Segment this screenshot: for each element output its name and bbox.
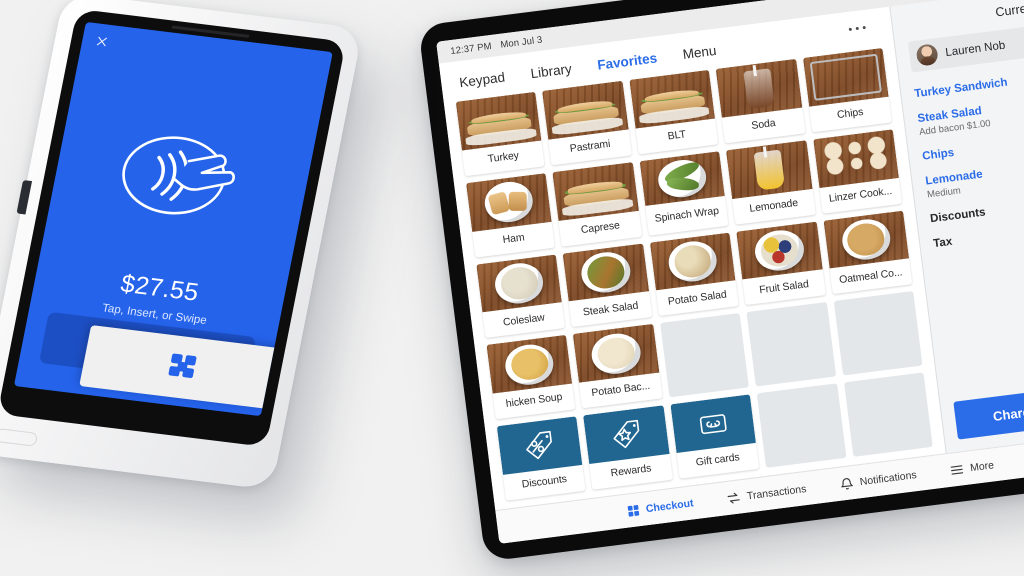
- cart-item-name: Tax: [932, 235, 953, 251]
- item-tile[interactable]: BLT: [629, 69, 719, 155]
- cart-item-name: Discounts: [929, 206, 987, 226]
- hamburger-menu-icon: [949, 462, 965, 478]
- grid-icon: [625, 503, 641, 519]
- bell-icon: [839, 476, 855, 492]
- item-tile[interactable]: Potato Salad: [649, 232, 739, 317]
- empty-tile: [756, 383, 847, 468]
- tablet-device: 12:37 PM Mon Jul 3 Keypad Library Favori…: [418, 0, 1024, 562]
- item-photo: [802, 47, 889, 107]
- percent-tag-icon: [496, 416, 583, 475]
- item-photo: [736, 221, 823, 280]
- nav-item-notifications[interactable]: Notifications: [839, 468, 917, 492]
- item-tile[interactable]: Oatmeal Co...: [823, 210, 913, 295]
- item-tile[interactable]: Spinach Wrap: [639, 151, 729, 236]
- terminal-screen: $27.55 Tap, Insert, or Swipe: [13, 21, 333, 417]
- empty-tile: [833, 291, 923, 376]
- nav-item-transactions[interactable]: Transactions: [726, 482, 807, 506]
- more-horizontal-icon[interactable]: [848, 25, 866, 32]
- item-tile[interactable]: Lemonade: [726, 140, 816, 225]
- cart-line-item[interactable]: Discounts: [929, 195, 1024, 226]
- item-tile[interactable]: Linzer Cook...: [812, 129, 903, 214]
- item-tile[interactable]: Fruit Salad: [736, 221, 826, 306]
- item-photo: [552, 161, 639, 221]
- cart-line-item[interactable]: Chips: [922, 132, 1024, 163]
- cart-line-item[interactable]: Steak Salad Add bacon $1.00: [917, 94, 1024, 138]
- item-photo: [649, 232, 736, 291]
- inserted-payment-card: [79, 325, 287, 410]
- item-tile[interactable]: Coleslaw: [476, 254, 566, 339]
- pos-body: Keypad Library Favorites Menu Turkey Pas…: [438, 0, 1024, 511]
- nav-item-label: More: [969, 458, 995, 474]
- cart-item-name: Turkey Sandwich: [913, 76, 1009, 101]
- transfer-arrows-icon: [726, 490, 742, 506]
- customer-row[interactable]: Lauren Nob: [907, 23, 1024, 73]
- square-logo-icon: [168, 353, 197, 379]
- item-photo: [629, 69, 716, 129]
- cart-line-item[interactable]: Turkey Sandwich: [914, 70, 1024, 101]
- empty-tile: [746, 302, 836, 387]
- terminal-foot: [0, 427, 39, 447]
- cart-item-name: Chips: [921, 146, 955, 163]
- item-tile[interactable]: Potato Bac...: [573, 324, 663, 409]
- close-x-icon[interactable]: [94, 34, 109, 48]
- empty-tile: [659, 313, 750, 398]
- item-tile[interactable]: Chips: [802, 47, 892, 133]
- cart-line-item[interactable]: Tax: [933, 219, 1024, 250]
- status-date: Mon Jul 3: [499, 34, 543, 51]
- item-photo: [542, 80, 629, 140]
- customer-name: Lauren Nob: [944, 39, 1006, 59]
- scene: 12:37 PM Mon Jul 3 Keypad Library Favori…: [0, 0, 1024, 576]
- item-tile[interactable]: Steak Salad: [563, 243, 653, 328]
- item-photo: [715, 58, 802, 118]
- terminal-amount: $27.55: [118, 269, 202, 307]
- empty-tile: [843, 372, 933, 457]
- gift-card-icon: [670, 394, 757, 453]
- nav-item-more[interactable]: More: [949, 458, 995, 478]
- item-photo: [726, 140, 813, 199]
- item-tile[interactable]: Soda: [715, 58, 806, 144]
- item-photo: [466, 172, 552, 232]
- contactless-payment-icon: [122, 136, 235, 215]
- tab-keypad[interactable]: Keypad: [458, 70, 505, 91]
- tab-menu[interactable]: Menu: [682, 43, 717, 62]
- nav-item-label: Checkout: [645, 496, 695, 515]
- star-tag-icon: [583, 405, 670, 464]
- item-tile[interactable]: Gift cards: [670, 394, 760, 479]
- item-photo: [455, 91, 542, 151]
- catalog-pane: Keypad Library Favorites Menu Turkey Pas…: [438, 6, 946, 511]
- customer-avatar: [915, 43, 939, 67]
- tab-library[interactable]: Library: [530, 61, 573, 81]
- cart-title: Current sa: [994, 0, 1024, 20]
- nav-item-label: Transactions: [746, 482, 807, 502]
- terminal-bezel: $27.55 Tap, Insert, or Swipe: [0, 8, 347, 447]
- item-tile[interactable]: Turkey: [455, 91, 545, 177]
- item-tile[interactable]: Rewards: [583, 405, 673, 490]
- nav-item-label: Notifications: [859, 468, 918, 488]
- item-tile[interactable]: Discounts: [496, 416, 586, 501]
- item-tile[interactable]: hicken Soup: [486, 335, 576, 420]
- item-photo: [573, 324, 660, 383]
- tablet-screen: 12:37 PM Mon Jul 3 Keypad Library Favori…: [436, 0, 1024, 544]
- item-grid: Turkey Pastrami BLT Soda Chips Ham Capres…: [444, 46, 946, 510]
- item-photo: [812, 129, 899, 188]
- payment-terminal-device: $27.55 Tap, Insert, or Swipe: [0, 0, 363, 490]
- tab-favorites[interactable]: Favorites: [596, 50, 657, 72]
- status-time: 12:37 PM: [449, 40, 493, 57]
- item-photo: [823, 210, 910, 269]
- item-photo: [476, 254, 563, 313]
- item-tile[interactable]: Caprese: [552, 161, 642, 247]
- terminal-side-port: [16, 180, 33, 215]
- nav-item-checkout[interactable]: Checkout: [625, 496, 694, 518]
- cart-line-item[interactable]: Lemonade Medium: [925, 157, 1024, 200]
- item-tile[interactable]: Ham: [466, 172, 556, 258]
- item-photo: [563, 243, 649, 302]
- item-tile[interactable]: Pastrami: [542, 80, 632, 166]
- item-photo: [486, 335, 573, 394]
